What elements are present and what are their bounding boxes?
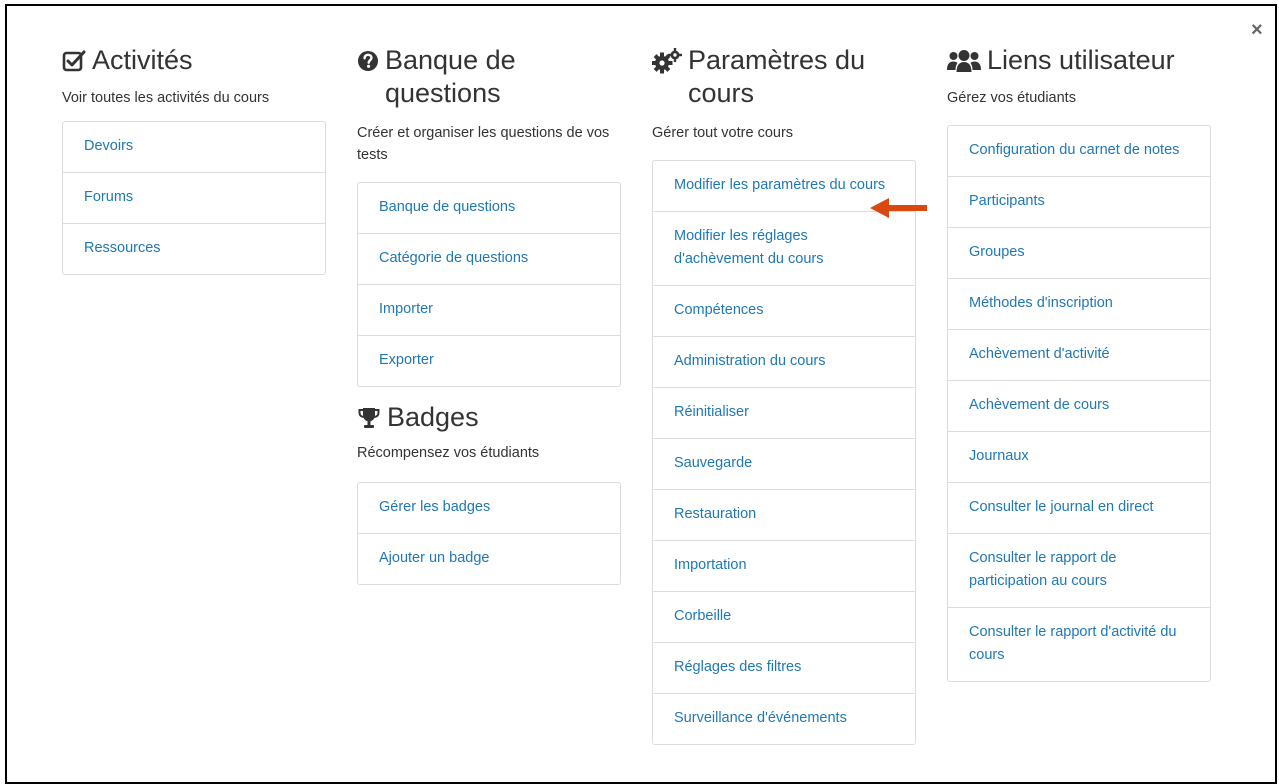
link-configuration-carnet-notes[interactable]: Configuration du carnet de notes: [948, 126, 1210, 176]
section-description: Récompensez vos étudiants: [357, 445, 540, 461]
section-liens-utilisateur: Liens utilisateur Gérez vos étudiants Co…: [947, 44, 1211, 682]
link-list-liens: Configuration du carnet de notes Partici…: [947, 125, 1211, 682]
link-journal-en-direct[interactable]: Consulter le journal en direct: [948, 482, 1210, 533]
link-participants[interactable]: Participants: [948, 176, 1210, 227]
section-description: Gérez vos étudiants: [947, 90, 1076, 106]
link-ressources[interactable]: Ressources: [63, 223, 325, 274]
link-importer[interactable]: Importer: [358, 284, 620, 335]
section-parametres: Paramètres du cours Gérer tout votre cour…: [652, 44, 916, 745]
link-rapport-participation[interactable]: Consulter le rapport de participation au…: [948, 533, 1210, 607]
section-title-banque-line2: questions: [385, 78, 501, 108]
link-administration-du-cours[interactable]: Administration du cours: [653, 336, 915, 387]
link-achevement-activite[interactable]: Achèvement d'activité: [948, 329, 1210, 380]
link-corbeille[interactable]: Corbeille: [653, 591, 915, 642]
link-achevement-de-cours[interactable]: Achèvement de cours: [948, 380, 1210, 431]
link-reglages-des-filtres[interactable]: Réglages des filtres: [653, 642, 915, 693]
link-list-activites: Devoirs Forums Ressources: [62, 121, 326, 275]
arrow-left-icon: [869, 197, 927, 224]
link-banque-de-questions[interactable]: Banque de questions: [358, 183, 620, 233]
section-title-badges: Badges: [357, 401, 621, 434]
section-title-banque: Banque de questions: [357, 44, 621, 110]
course-admin-modal: × Activités Voir toutes les activités du…: [5, 4, 1277, 784]
section-description: Gérer tout votre cours: [652, 125, 794, 141]
users-icon: [947, 44, 981, 77]
link-sauvegarde[interactable]: Sauvegarde: [653, 438, 915, 489]
trophy-icon: [357, 401, 381, 434]
link-surveillance-evenements[interactable]: Surveillance d'événements: [653, 693, 915, 744]
link-list-banque: Banque de questions Catégorie de questio…: [357, 182, 621, 387]
gears-icon: [652, 44, 682, 77]
section-banque: Banque de questions Créer et organiser le…: [357, 44, 621, 585]
close-icon[interactable]: ×: [1251, 20, 1263, 40]
section-description: Créer et organiser les questions de vos …: [357, 125, 610, 163]
link-rapport-activite[interactable]: Consulter le rapport d'activité du cours: [948, 607, 1210, 681]
link-journaux[interactable]: Journaux: [948, 431, 1210, 482]
section-title-parametres: Paramètres du cours: [652, 44, 916, 110]
link-groupes[interactable]: Groupes: [948, 227, 1210, 278]
link-reinitialiser[interactable]: Réinitialiser: [653, 387, 915, 438]
question-circle-icon: [357, 44, 379, 77]
link-ajouter-un-badge[interactable]: Ajouter un badge: [358, 533, 620, 584]
section-title-parametres-line1: Paramètres du: [688, 45, 866, 75]
section-activites: Activités Voir toutes les activités du c…: [62, 44, 326, 275]
section-title-parametres-line2: cours: [688, 78, 755, 108]
link-categorie-de-questions[interactable]: Catégorie de questions: [358, 233, 620, 284]
link-list-parametres: Modifier les paramètres du cours Modifie…: [652, 160, 916, 745]
check-square-icon: [62, 44, 86, 77]
link-importation[interactable]: Importation: [653, 540, 915, 591]
section-title-activites: Activités: [62, 44, 326, 77]
section-title-liens: Liens utilisateur: [947, 44, 1211, 77]
link-methodes-inscription[interactable]: Méthodes d'inscription: [948, 278, 1210, 329]
link-list-badges: Gérer les badges Ajouter un badge: [357, 482, 621, 585]
link-exporter[interactable]: Exporter: [358, 335, 620, 386]
section-title-banque-line1: Banque de: [385, 45, 516, 75]
link-restauration[interactable]: Restauration: [653, 489, 915, 540]
link-gerer-les-badges[interactable]: Gérer les badges: [358, 483, 620, 533]
section-description: Voir toutes les activités du cours: [62, 90, 270, 106]
link-forums[interactable]: Forums: [63, 172, 325, 223]
link-devoirs[interactable]: Devoirs: [63, 122, 325, 172]
link-competences[interactable]: Compétences: [653, 285, 915, 336]
